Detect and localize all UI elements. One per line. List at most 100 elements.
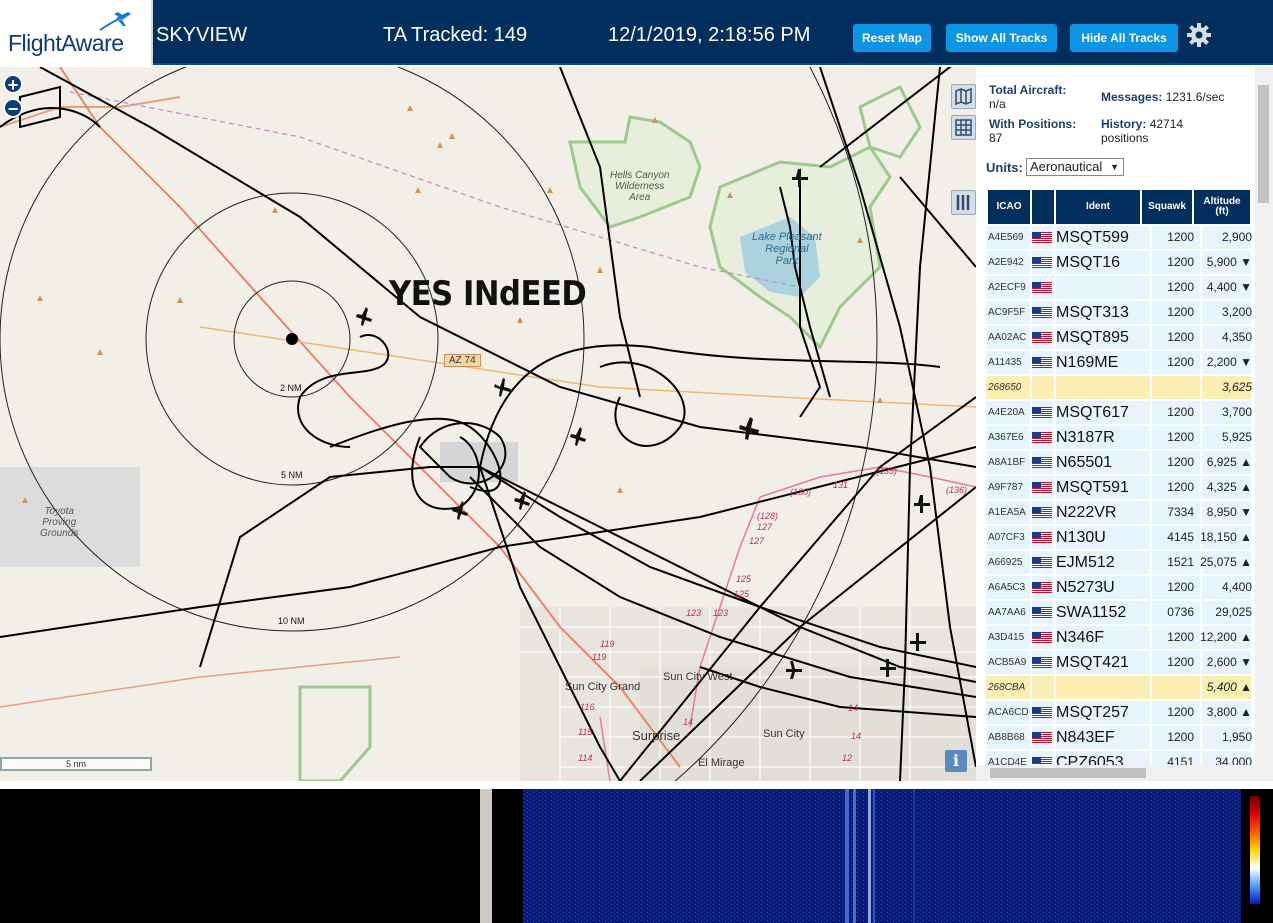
icao-cell: A1EA5A (988, 507, 1026, 518)
table-row[interactable]: A66925 EJM512 1521 25,075 ▲ (986, 551, 1253, 574)
aircraft-sidebar: Total Aircraft: n/a With Positions: 87 M… (976, 67, 1273, 781)
icao-cell: A8A1BF (988, 457, 1026, 468)
route-number: 12 (842, 753, 853, 763)
ident-cell: MSQT16 (1056, 254, 1121, 271)
table-row[interactable]: AA02AC MSQT895 1200 4,350 (986, 326, 1253, 349)
units-select[interactable]: Aeronautical ▼ (1026, 158, 1124, 176)
col-flag-header[interactable] (1032, 190, 1054, 224)
altitude-cell: 3,800 ▲ (1206, 705, 1252, 719)
table-row[interactable]: ACA6CD MSQT257 1200 3,800 ▲ (986, 701, 1253, 724)
logo-text: FlightAware (8, 30, 124, 56)
overlay-text: YES INdEED (389, 274, 587, 314)
squawk-cell (1158, 376, 1194, 399)
messages-value: 1231.6/sec (1165, 90, 1225, 104)
us-flag-icon (1032, 332, 1052, 343)
col-ident-header[interactable]: Ident (1056, 190, 1140, 224)
us-flag-icon (1032, 457, 1052, 468)
squawk-cell: 1200 (1167, 305, 1194, 319)
icao-cell: ACA6CD (988, 707, 1029, 718)
icao-cell: AB8B68 (988, 732, 1025, 743)
skyview-app: FlightAware SKYVIEW TA Tracked: 149 12/1… (0, 0, 1273, 923)
route-number: 114 (578, 753, 593, 763)
map-layers-button[interactable] (951, 84, 976, 109)
table-row[interactable]: A1CD4E CPZ6053 4151 34,000 (986, 751, 1253, 765)
ident-cell: N65501 (1056, 454, 1113, 471)
ident-cell: SWA1152 (1056, 604, 1127, 621)
tracked-count: TA Tracked: 149 (383, 24, 528, 46)
table-row[interactable]: A4E569 MSQT599 1200 2,900 (986, 226, 1253, 249)
altitude-cell: 3,700 (1221, 405, 1252, 419)
zoom-in-button[interactable]: + (3, 74, 23, 95)
table-row[interactable]: A6A5C3 N5273U 1200 4,400 (986, 576, 1253, 599)
scale-bar: 5 nm (0, 757, 152, 771)
ident-cell: N222VR (1056, 504, 1117, 521)
altitude-cell: 2,200 ▼ (1206, 355, 1252, 369)
table-row[interactable]: A3D415 N346F 1200 12,200 ▲ (986, 626, 1253, 649)
ident-cell: MSQT257 (1056, 704, 1129, 721)
sun-city-west-label: Sun City West (663, 671, 733, 683)
altitude-cell: 2,600 ▼ (1206, 655, 1252, 669)
altitude-cell: 6,925 ▲ (1206, 455, 1252, 469)
squawk-cell: 7334 (1167, 505, 1194, 519)
table-row[interactable]: A2ECF9 1200 4,400 ▼ (986, 276, 1253, 299)
gear-icon[interactable] (1186, 22, 1212, 48)
reset-map-button[interactable]: Reset Map (853, 24, 931, 52)
col-icao-header[interactable]: ICAO (988, 190, 1030, 224)
datetime-display: 12/1/2019, 2:18:56 PM (608, 24, 811, 46)
ident-cell: MSQT617 (1056, 404, 1129, 421)
table-row[interactable]: A367E6 N3187R 1200 5,925 (986, 426, 1253, 449)
squawk-cell: 1200 (1167, 705, 1194, 719)
toggle-sidebar-button[interactable] (951, 190, 976, 215)
table-row[interactable]: A07CF3 N130U 4145 18,150 ▲ (986, 526, 1253, 549)
info-button[interactable]: i (945, 750, 967, 772)
with-positions-value: 87 (989, 131, 1003, 145)
col-squawk-header[interactable]: Squawk (1142, 190, 1192, 224)
units-value: Aeronautical (1030, 159, 1103, 174)
table-row[interactable]: A9F787 MSQT591 1200 4,325 ▲ (986, 476, 1253, 499)
table-row[interactable]: A1EA5A N222VR 7334 8,950 ▼ (986, 501, 1253, 524)
panel-divider[interactable] (480, 789, 492, 923)
show-all-tracks-button[interactable]: Show All Tracks (946, 24, 1057, 52)
route-number: 123 (686, 608, 702, 618)
us-flag-icon (1032, 657, 1052, 668)
route-number: 125 (736, 574, 752, 584)
table-row[interactable]: AC9F5F MSQT313 1200 3,200 (986, 301, 1253, 324)
ident-cell: N843EF (1056, 729, 1115, 746)
aircraft-table: ICAO Ident Squawk Altitude (ft) A4E569 MS… (976, 190, 1253, 765)
altitude-cell: 12,200 ▲ (1200, 630, 1252, 644)
flightaware-logo[interactable]: FlightAware (0, 0, 153, 65)
route-number: 116 (580, 702, 595, 712)
map-view[interactable]: Hells Canyon Wilderness Area Lake Pleasa… (0, 67, 976, 781)
hide-all-tracks-button[interactable]: Hide All Tracks (1070, 24, 1178, 52)
us-flag-icon (1032, 757, 1052, 765)
grid-icon (955, 119, 972, 136)
us-flag-icon (1032, 307, 1052, 318)
altitude-cell: 5,925 (1221, 430, 1252, 444)
us-flag-icon (1032, 257, 1052, 268)
chevron-down-icon: ▼ (1110, 162, 1119, 172)
squawk-cell: 1521 (1167, 555, 1194, 569)
table-row[interactable]: A11435 N169ME 1200 2,200 ▼ (986, 351, 1253, 374)
col-altitude-header[interactable]: Altitude (ft) (1194, 190, 1250, 224)
grid-toggle-button[interactable] (951, 115, 976, 140)
table-row[interactable]: 268CBA 5,400 ▲ (986, 676, 1253, 699)
route-number: 14 (848, 703, 859, 713)
spectrogram-color-scale (1250, 796, 1260, 904)
table-row[interactable]: 268650 3,625 (986, 376, 1253, 399)
wilderness-label: Hells Canyon Wilderness Area (610, 170, 670, 203)
altitude-cell: 25,075 ▲ (1200, 555, 1252, 569)
zoom-out-button[interactable]: − (3, 98, 23, 119)
table-row[interactable]: AB8B68 N843EF 1200 1,950 (986, 726, 1253, 749)
squawk-cell: 0736 (1167, 605, 1194, 619)
vertical-scroll-thumb[interactable] (1258, 85, 1269, 203)
table-row[interactable]: A4E20A MSQT617 1200 3,700 (986, 401, 1253, 424)
horizontal-scroll-thumb[interactable] (990, 768, 1146, 778)
icao-cell: A66925 (988, 557, 1023, 568)
total-aircraft-label: Total Aircraft: (989, 83, 1067, 97)
table-row[interactable]: A8A1BF N65501 1200 6,925 ▲ (986, 451, 1253, 474)
table-row[interactable]: ACB5A9 MSQT421 1200 2,600 ▼ (986, 651, 1253, 674)
table-row[interactable]: AA7AA6 SWA1152 0736 29,025 (986, 601, 1253, 624)
waterfall-spectrogram (523, 789, 1241, 923)
altitude-cell: 4,325 ▲ (1206, 480, 1252, 494)
table-row[interactable]: A2E942 MSQT16 1200 5,900 ▼ (986, 251, 1253, 274)
